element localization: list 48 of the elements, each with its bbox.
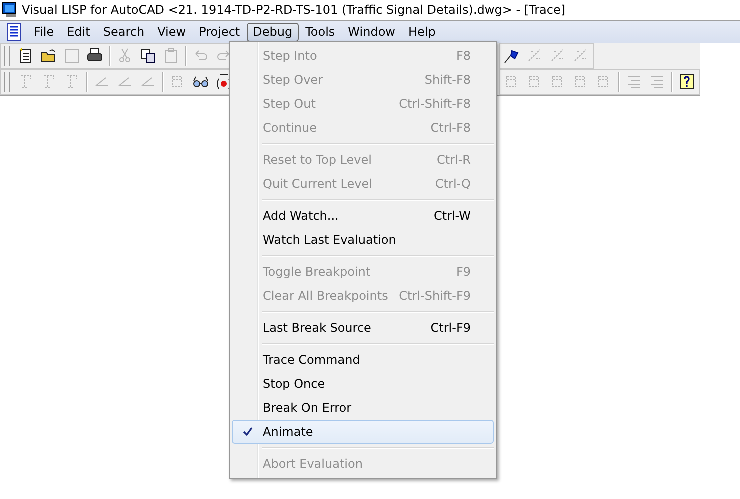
menu-label: Abort Evaluation: [263, 457, 364, 471]
shortcut-label: Ctrl-Q: [435, 177, 472, 191]
menu-label: Quit Current Level: [263, 177, 374, 191]
menu-label: Step Into: [263, 49, 318, 63]
menu-item[interactable]: Window: [342, 22, 402, 42]
shortcut-label: Ctrl-F8: [430, 121, 472, 135]
menu-item[interactable]: Search: [97, 22, 151, 42]
menu-item[interactable]: Edit: [61, 22, 96, 42]
menu-label: Continue: [263, 121, 318, 135]
menu-item[interactable]: View: [152, 22, 192, 42]
menu-label: Step Over: [263, 73, 324, 87]
menu-label: Clear All Breakpoints: [263, 289, 390, 303]
menu-item[interactable]: File: [28, 22, 60, 42]
app-icon: [2, 2, 18, 18]
menu-item[interactable]: Tools: [300, 22, 342, 42]
menu-entry[interactable]: Stop Once: [232, 372, 494, 396]
menu-label: Add Watch...: [263, 209, 340, 223]
help-icon[interactable]: [678, 73, 696, 91]
copy-icon[interactable]: [139, 47, 157, 65]
menu-entry[interactable]: Animate: [232, 420, 494, 444]
menu-label: Stop Once: [263, 377, 326, 391]
menu-item[interactable]: Debug: [247, 22, 299, 42]
shortcut-label: F8: [456, 49, 472, 63]
menu-item[interactable]: Project: [193, 22, 246, 42]
window-title: Visual LISP for AutoCAD <21. 1914-TD-P2-RD-TS-101 (Traffic Signal Details).dwg> - [Trace]: [22, 3, 566, 17]
menu-label: Trace Command: [263, 353, 362, 367]
menu-entry[interactable]: Break On Error: [232, 396, 494, 420]
shortcut-label: Ctrl-Shift-F9: [399, 289, 472, 303]
shortcut-label: F9: [456, 265, 472, 279]
menu-label: Animate: [263, 425, 314, 439]
menu-entry[interactable]: Add Watch... Ctrl-W: [232, 204, 494, 228]
menu-label: Watch Last Evaluation: [263, 233, 398, 247]
document-icon[interactable]: [6, 23, 22, 41]
menu-label: Break On Error: [263, 401, 353, 415]
menu-label: Step Out: [263, 97, 317, 111]
folder-icon[interactable]: [40, 47, 58, 65]
menu-label: Reset to Top Level: [263, 153, 373, 167]
menu-label: Last Break Source: [263, 321, 372, 335]
shortcut-label: Ctrl-Shift-F8: [399, 97, 472, 111]
menu-label: Toggle Breakpoint: [263, 265, 372, 279]
shortcut-label: Ctrl-R: [436, 153, 472, 167]
menu-item[interactable]: Help: [402, 22, 442, 42]
shortcut-label: Ctrl-F9: [430, 321, 472, 335]
menu-entry[interactable]: Watch Last Evaluation: [232, 228, 494, 252]
shortcut-label: Ctrl-W: [434, 209, 472, 223]
menu-entry[interactable]: Last Break Source Ctrl-F9: [232, 316, 494, 340]
menu-entry[interactable]: Trace Command: [232, 348, 494, 372]
shortcut-label: Shift-F8: [424, 73, 472, 87]
